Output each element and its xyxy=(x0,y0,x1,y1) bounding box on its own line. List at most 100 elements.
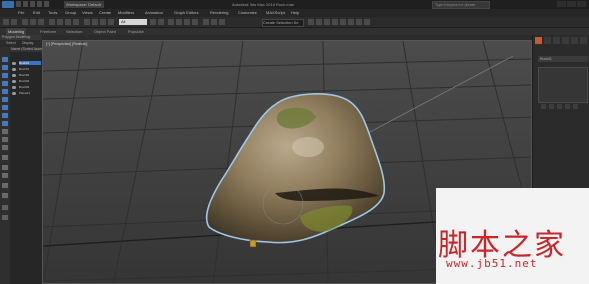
visibility-icon[interactable] xyxy=(12,74,16,77)
lock-icon[interactable] xyxy=(2,205,8,210)
render-production-icon[interactable] xyxy=(364,19,370,25)
redo-icon[interactable] xyxy=(11,19,17,25)
list-item[interactable]: Rock01 xyxy=(19,61,41,65)
search-input[interactable]: Type a keyword or phrase xyxy=(432,1,490,9)
menu-tools[interactable]: Tools xyxy=(48,9,57,17)
list-item[interactable]: Box002 xyxy=(19,73,41,77)
align-icon[interactable] xyxy=(219,19,225,25)
list-item[interactable]: Box003 xyxy=(19,79,41,83)
menu-file[interactable]: File xyxy=(18,9,24,17)
list-item[interactable]: Plane01 xyxy=(19,91,41,95)
save-file-icon[interactable] xyxy=(30,1,35,7)
tab-freeform[interactable]: Freeform xyxy=(40,28,56,35)
utilities-tab-icon[interactable] xyxy=(580,37,587,44)
tab-selection[interactable]: Selection xyxy=(66,28,82,35)
menu-create[interactable]: Create xyxy=(99,9,111,17)
hierarchy-tab-icon[interactable] xyxy=(553,37,560,44)
workspace-dropdown[interactable]: Workspace: Default xyxy=(64,1,104,8)
options-icon[interactable] xyxy=(2,215,8,220)
pivot-center-icon[interactable] xyxy=(150,19,156,25)
rotate-icon[interactable] xyxy=(92,19,98,25)
tab-select[interactable]: Select xyxy=(6,40,16,47)
list-item[interactable]: Box001 xyxy=(19,67,41,71)
modify-tab-icon[interactable] xyxy=(544,37,551,44)
motion-tab-icon[interactable] xyxy=(562,37,569,44)
selection-region-icon[interactable] xyxy=(65,19,71,25)
scene-explorer-header[interactable]: Name (Sorted Ascending) xyxy=(10,47,43,52)
display-all-icon[interactable] xyxy=(2,129,8,134)
display-none-icon[interactable] xyxy=(2,137,8,142)
filter-helpers-icon[interactable] xyxy=(2,89,8,94)
display-tab-icon[interactable] xyxy=(571,37,578,44)
tab-modeling[interactable]: Modeling xyxy=(6,28,27,35)
filter-bones-icon[interactable] xyxy=(2,121,8,126)
configure-sets-icon[interactable] xyxy=(573,104,578,109)
filter-groups-icon[interactable] xyxy=(2,105,8,110)
layer-icon[interactable] xyxy=(2,173,8,178)
make-unique-icon[interactable] xyxy=(557,104,562,109)
ribbon-toggle-icon[interactable] xyxy=(316,19,322,25)
snap-toggle-icon[interactable] xyxy=(168,19,174,25)
menu-modifiers[interactable]: Modifiers xyxy=(118,9,134,17)
undo-icon[interactable] xyxy=(37,1,42,7)
unlink-icon[interactable] xyxy=(30,19,36,25)
open-file-icon[interactable] xyxy=(23,1,28,7)
tab-display[interactable]: Display xyxy=(22,40,33,47)
menu-customize[interactable]: Customize xyxy=(238,9,257,17)
reference-coordinate-icon[interactable] xyxy=(108,19,114,25)
redo-icon[interactable] xyxy=(44,1,49,7)
move-icon[interactable] xyxy=(84,19,90,25)
viewport-label[interactable]: [+] [Perspective] [Realistic] xyxy=(46,42,87,46)
filter-spacewarps-icon[interactable] xyxy=(2,97,8,102)
app-menu-button[interactable] xyxy=(2,1,14,8)
window-crossing-icon[interactable] xyxy=(73,19,79,25)
object-name-field[interactable]: Rock01 xyxy=(538,56,588,62)
mirror-icon[interactable] xyxy=(211,19,217,25)
menu-animation[interactable]: Animation xyxy=(145,9,163,17)
freeze-icon[interactable] xyxy=(2,183,8,188)
filter-xrefs-icon[interactable] xyxy=(2,113,8,118)
hide-icon[interactable] xyxy=(2,193,8,198)
undo-icon[interactable] xyxy=(3,19,9,25)
visibility-icon[interactable] xyxy=(12,86,16,89)
filter-lights-icon[interactable] xyxy=(2,73,8,78)
modifier-stack[interactable] xyxy=(538,67,588,103)
material-editor-icon[interactable] xyxy=(340,19,346,25)
named-selection-sets-dropdown[interactable]: Create Selection Se xyxy=(262,19,304,27)
menu-graph-editors[interactable]: Graph Editors xyxy=(174,9,199,17)
tab-object-paint[interactable]: Object Paint xyxy=(94,28,116,35)
visibility-icon[interactable] xyxy=(12,92,16,95)
select-object-icon[interactable] xyxy=(49,19,55,25)
rendered-frame-icon[interactable] xyxy=(356,19,362,25)
layer-explorer-icon[interactable] xyxy=(308,19,314,25)
visibility-icon[interactable] xyxy=(12,62,16,65)
pin-stack-icon[interactable] xyxy=(541,104,546,109)
filter-cameras-icon[interactable] xyxy=(2,81,8,86)
menu-rendering[interactable]: Rendering xyxy=(210,9,228,17)
visibility-icon[interactable] xyxy=(12,68,16,71)
schematic-view-icon[interactable] xyxy=(332,19,338,25)
new-file-icon[interactable] xyxy=(16,1,21,7)
show-end-result-icon[interactable] xyxy=(549,104,554,109)
maximize-button[interactable] xyxy=(567,1,576,7)
bind-space-warp-icon[interactable] xyxy=(38,19,44,25)
tab-populate[interactable]: Populate xyxy=(128,28,144,35)
percent-snap-icon[interactable] xyxy=(184,19,190,25)
render-setup-icon[interactable] xyxy=(348,19,354,25)
spinner-snap-icon[interactable] xyxy=(192,19,198,25)
menu-views[interactable]: Views xyxy=(82,9,93,17)
angle-snap-icon[interactable] xyxy=(176,19,182,25)
select-manipulate-icon[interactable] xyxy=(158,19,164,25)
scale-icon[interactable] xyxy=(100,19,106,25)
filter-shapes-icon[interactable] xyxy=(2,65,8,70)
menu-help[interactable]: Help xyxy=(291,9,299,17)
invert-display-icon[interactable] xyxy=(2,145,8,150)
minimize-button[interactable] xyxy=(557,1,566,7)
hierarchy-icon[interactable] xyxy=(2,165,8,170)
pivot-marker[interactable] xyxy=(249,239,257,248)
filter-geometry-icon[interactable] xyxy=(2,57,8,62)
edit-named-selection-icon[interactable] xyxy=(203,19,209,25)
menu-edit[interactable]: Edit xyxy=(33,9,40,17)
close-button[interactable] xyxy=(577,1,586,7)
select-by-name-icon[interactable] xyxy=(57,19,63,25)
